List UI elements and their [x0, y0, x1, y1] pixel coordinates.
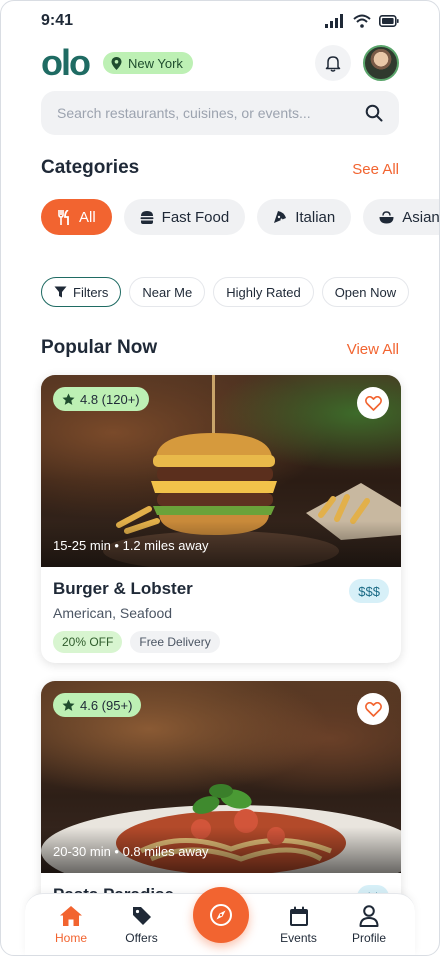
cellular-signal-icon	[325, 14, 343, 28]
category-label: Italian	[295, 208, 336, 226]
favorite-button[interactable]	[357, 693, 389, 725]
price-badge: $$$	[349, 579, 389, 603]
heart-icon	[364, 701, 382, 717]
search-bar	[41, 91, 399, 135]
tab-events[interactable]: Events	[267, 906, 331, 945]
see-all-link[interactable]: See All	[352, 161, 399, 178]
popular-now-title: Popular Now	[41, 337, 158, 358]
pizza-icon	[274, 211, 287, 223]
calendar-icon	[289, 906, 308, 926]
home-icon	[60, 906, 82, 926]
favorite-button[interactable]	[357, 387, 389, 419]
restaurant-name: Burger & Lobster	[53, 579, 193, 598]
header-actions	[315, 45, 399, 81]
explore-button[interactable]	[193, 887, 249, 943]
filter-chips: Filters Near Me Highly Rated Open Now	[41, 277, 410, 307]
card-body: Burger & Lobster American, Seafood $$$ 2…	[41, 567, 401, 663]
view-all-link[interactable]: View All	[347, 341, 399, 358]
status-time: 9:41	[41, 12, 74, 29]
location-badge[interactable]: New York	[102, 52, 193, 74]
category-label: Fast Food	[161, 208, 230, 226]
chip-label: Open Now	[334, 284, 397, 300]
category-list: All Fast Food Italian Asian	[41, 199, 440, 235]
tab-label: Events	[280, 931, 317, 945]
delivery-meta: 20-30 min • 0.8 miles away	[41, 827, 401, 873]
compass-icon	[210, 904, 232, 926]
delivery-tag: Free Delivery	[130, 631, 220, 653]
tab-home[interactable]: Home	[39, 905, 103, 945]
filter-open-now[interactable]: Open Now	[321, 277, 410, 307]
tab-profile[interactable]: Profile	[337, 905, 401, 945]
star-icon	[62, 699, 75, 711]
rating-value: 4.6 (95+)	[80, 697, 133, 713]
tab-offers[interactable]: Offers	[110, 905, 174, 945]
discount-tag: 20% OFF	[53, 631, 123, 653]
tab-label: Home	[54, 931, 87, 945]
status-bar: 9:41	[41, 11, 399, 31]
restaurant-card[interactable]: 4.8 (120+) 15-25 min • 1.2 miles away Bu…	[41, 375, 401, 663]
bell-icon	[325, 55, 341, 72]
utensils-icon	[58, 209, 69, 225]
restaurant-cuisine: American, Seafood	[53, 605, 173, 621]
star-icon	[62, 393, 75, 405]
status-icons	[325, 14, 399, 28]
category-label: All	[79, 208, 96, 226]
location-label: New York	[127, 55, 183, 71]
categories-title: Categories	[41, 157, 140, 178]
wifi-icon	[353, 14, 371, 28]
bowl-icon	[379, 210, 394, 223]
category-fast-food[interactable]: Fast Food	[123, 199, 246, 235]
burger-icon	[140, 210, 154, 224]
card-tags: 20% OFF Free Delivery	[53, 631, 389, 653]
category-asian[interactable]: Asian	[363, 199, 440, 235]
app-logo[interactable]: olo	[41, 45, 91, 81]
user-icon	[359, 905, 379, 927]
heart-icon	[364, 395, 382, 411]
map-pin-icon	[111, 56, 122, 70]
restaurant-photo-pasta: 4.6 (95+) 20-30 min • 0.8 miles away	[41, 681, 401, 873]
filter-icon	[54, 286, 67, 298]
search-icon[interactable]	[365, 104, 383, 122]
battery-icon	[379, 15, 399, 27]
notifications-button[interactable]	[315, 45, 351, 81]
delivery-meta: 15-25 min • 1.2 miles away	[41, 521, 401, 567]
category-all[interactable]: All	[41, 199, 112, 235]
search-input[interactable]	[57, 105, 365, 121]
tag-icon	[132, 907, 151, 925]
restaurant-photo-burger: 4.8 (120+) 15-25 min • 1.2 miles away	[41, 375, 401, 567]
app-screen: 9:41 olo New York Categories See All Al	[0, 0, 440, 956]
filter-highly-rated[interactable]: Highly Rated	[213, 277, 314, 307]
category-label: Asian	[402, 208, 440, 226]
chip-label: Highly Rated	[226, 284, 301, 300]
chip-label: Near Me	[142, 284, 193, 300]
app-header: olo New York	[41, 43, 399, 83]
rating-badge: 4.6 (95+)	[53, 693, 142, 717]
filter-near-me[interactable]: Near Me	[129, 277, 206, 307]
rating-badge: 4.8 (120+)	[53, 387, 149, 411]
category-italian[interactable]: Italian	[257, 199, 352, 235]
tab-label: Profile	[351, 931, 386, 945]
rating-value: 4.8 (120+)	[80, 391, 140, 407]
filters-button[interactable]: Filters	[41, 277, 122, 307]
tab-label: Offers	[125, 931, 158, 945]
profile-avatar[interactable]	[363, 45, 399, 81]
chip-label: Filters	[73, 284, 109, 300]
